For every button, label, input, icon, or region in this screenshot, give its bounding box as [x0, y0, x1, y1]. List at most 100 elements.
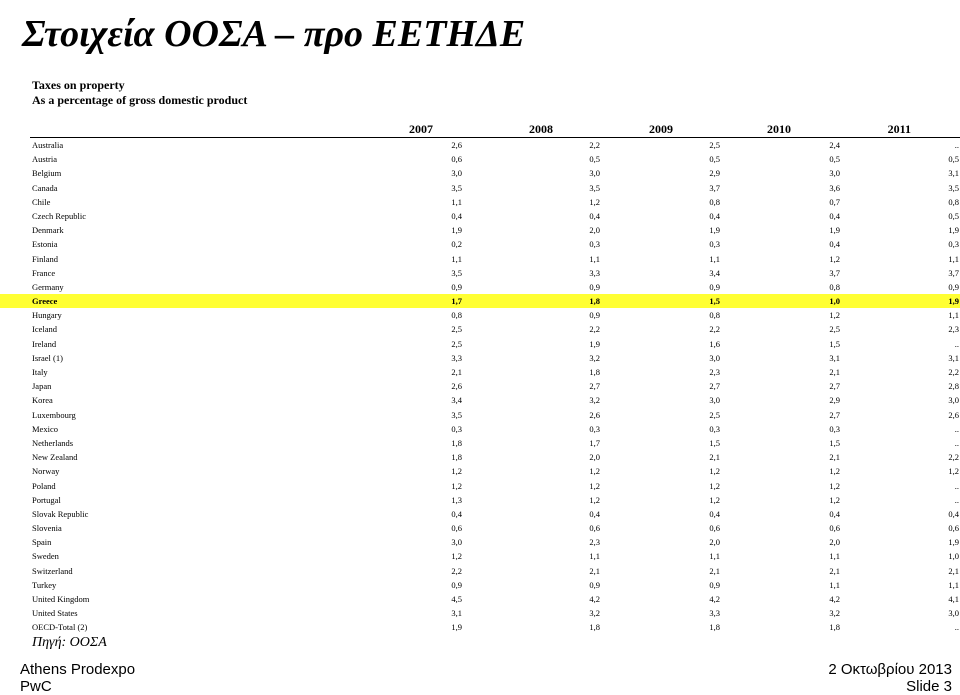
cell-value: 1,8 — [589, 622, 600, 633]
footer-event: Athens Prodexpo — [20, 661, 136, 678]
cell-value: 1,1 — [709, 551, 720, 562]
cell-value: 2,2 — [451, 565, 462, 576]
cell-value: .. — [954, 480, 959, 491]
cell-value: 0,6 — [451, 154, 462, 165]
cell-value: 2,5 — [451, 324, 462, 335]
cell-value: 3,3 — [709, 608, 720, 619]
cell-value: 3,4 — [451, 395, 462, 406]
country-name: Slovak Republic — [32, 508, 89, 519]
cell-value: 0,9 — [589, 310, 600, 321]
cell-value: 0,9 — [589, 579, 600, 590]
table-row: United Kingdom 4,5 4,2 4,2 4,2 4,1 — [0, 592, 960, 606]
cell-value: 0,3 — [709, 423, 720, 434]
cell-value: 1,7 — [589, 437, 600, 448]
country-name: Netherlands — [32, 437, 74, 448]
cell-value: 3,7 — [948, 267, 959, 278]
country-name: Ireland — [32, 338, 57, 349]
cell-value: 2,8 — [948, 381, 959, 392]
cell-value: 3,0 — [829, 168, 840, 179]
table-row: Denmark 1,9 2,0 1,9 1,9 1,9 — [0, 223, 960, 237]
country-name: Japan — [32, 381, 52, 392]
source-note: Πηγή: ΟΟΣΑ — [32, 635, 107, 650]
cell-value: 0,4 — [451, 210, 462, 221]
cell-value: 2,3 — [589, 537, 600, 548]
cell-value: 1,0 — [829, 296, 840, 307]
cell-value: 1,5 — [709, 296, 720, 307]
cell-value: 3,3 — [451, 352, 462, 363]
cell-value: 1,8 — [589, 296, 600, 307]
country-name: New Zealand — [32, 452, 78, 463]
cell-value: 2,5 — [709, 140, 720, 150]
table-row: Chile 1,1 1,2 0,8 0,7 0,8 — [0, 195, 960, 209]
cell-value: 0,6 — [451, 523, 462, 534]
year-header: 2010 — [767, 122, 791, 136]
country-name: Luxembourg — [32, 409, 76, 420]
cell-value: 1,2 — [829, 494, 840, 505]
cell-value: 0,3 — [709, 239, 720, 250]
table-row: Slovak Republic 0,4 0,4 0,4 0,4 0,4 — [0, 507, 960, 521]
cell-value: 1,0 — [948, 551, 959, 562]
year-header: 2011 — [887, 122, 911, 136]
cell-value: 0,3 — [451, 423, 462, 434]
cell-value: .. — [954, 437, 959, 448]
cell-value: 1,8 — [709, 622, 720, 633]
cell-value: 1,5 — [829, 437, 840, 448]
cell-value: 1,1 — [829, 551, 840, 562]
table-row: Korea 3,4 3,2 3,0 2,9 3,0 — [0, 393, 960, 407]
slide-title: Στοιχεία ΟΟΣΑ – προ ΕΕΤΗΔΕ — [22, 13, 526, 55]
cell-value: 2,1 — [829, 565, 840, 576]
cell-value: 0,7 — [829, 196, 840, 207]
table-row: Finland 1,1 1,1 1,1 1,2 1,1 — [0, 252, 960, 266]
table-row: Ireland 2,5 1,9 1,6 1,5.. — [0, 337, 960, 351]
cell-value: 2,7 — [829, 409, 840, 420]
cell-value: 0,6 — [948, 523, 959, 534]
cell-value: 4,2 — [589, 594, 600, 604]
cell-value: 2,1 — [709, 452, 720, 463]
cell-value: 1,2 — [451, 551, 462, 562]
cell-value: 1,1 — [709, 253, 720, 264]
cell-value: 2,6 — [589, 409, 600, 420]
table-row: Italy 2,1 1,8 2,3 2,1 2,2 — [0, 365, 960, 379]
table-row: Portugal 1,3 1,2 1,2 1,2.. — [0, 493, 960, 507]
table-row: Israel (1) 3,3 3,2 3,0 3,1 3,1 — [0, 351, 960, 365]
cell-value: 1,5 — [709, 437, 720, 448]
cell-value: 0,4 — [829, 210, 840, 221]
cell-value: 4,5 — [451, 594, 462, 604]
year-header: 2007 — [409, 122, 433, 136]
cell-value: 1,2 — [829, 310, 840, 321]
country-name: Czech Republic — [32, 210, 87, 221]
table-row: Switzerland 2,2 2,1 2,1 2,1 2,1 — [0, 564, 960, 578]
data-table: Australia 2,6 2,2 2,5 2,4.. Austria 0,6 0,5 0,5 0… — [0, 138, 960, 635]
cell-value: 2,4 — [829, 140, 840, 150]
cell-value: 1,2 — [709, 480, 720, 491]
cell-value: 0,3 — [589, 239, 600, 250]
cell-value: 1,1 — [948, 579, 959, 590]
country-name: Denmark — [32, 225, 64, 236]
cell-value: 0,4 — [829, 239, 840, 250]
cell-value: 0,5 — [948, 154, 959, 165]
cell-value: 0,5 — [829, 154, 840, 165]
cell-value: 2,1 — [829, 452, 840, 463]
cell-value: 1,8 — [589, 367, 600, 377]
cell-value: 1,2 — [829, 253, 840, 264]
country-name: Greece — [32, 296, 58, 307]
table-row: Estonia 0,2 0,3 0,3 0,4 0,3 — [0, 237, 960, 251]
cell-value: 3,2 — [589, 395, 600, 406]
cell-value: 1,9 — [709, 225, 720, 236]
footer-company: PwC — [20, 678, 52, 695]
cell-value: 0,5 — [948, 210, 959, 221]
cell-value: 1,1 — [451, 196, 462, 207]
country-name: Estonia — [32, 239, 58, 250]
cell-value: 1,6 — [709, 338, 720, 349]
cell-value: 0,5 — [709, 154, 720, 165]
cell-value: 3,1 — [829, 352, 840, 363]
cell-value: 1,2 — [451, 466, 462, 477]
cell-value: 1,5 — [829, 338, 840, 349]
year-header: 2008 — [529, 122, 553, 136]
table-row: Belgium 3,0 3,0 2,9 3,0 3,1 — [0, 166, 960, 180]
cell-value: 1,1 — [589, 253, 600, 264]
cell-value: 0,8 — [709, 310, 720, 321]
cell-value: 0,6 — [709, 523, 720, 534]
cell-value: 2,3 — [948, 324, 959, 335]
cell-value: 0,9 — [589, 281, 600, 292]
